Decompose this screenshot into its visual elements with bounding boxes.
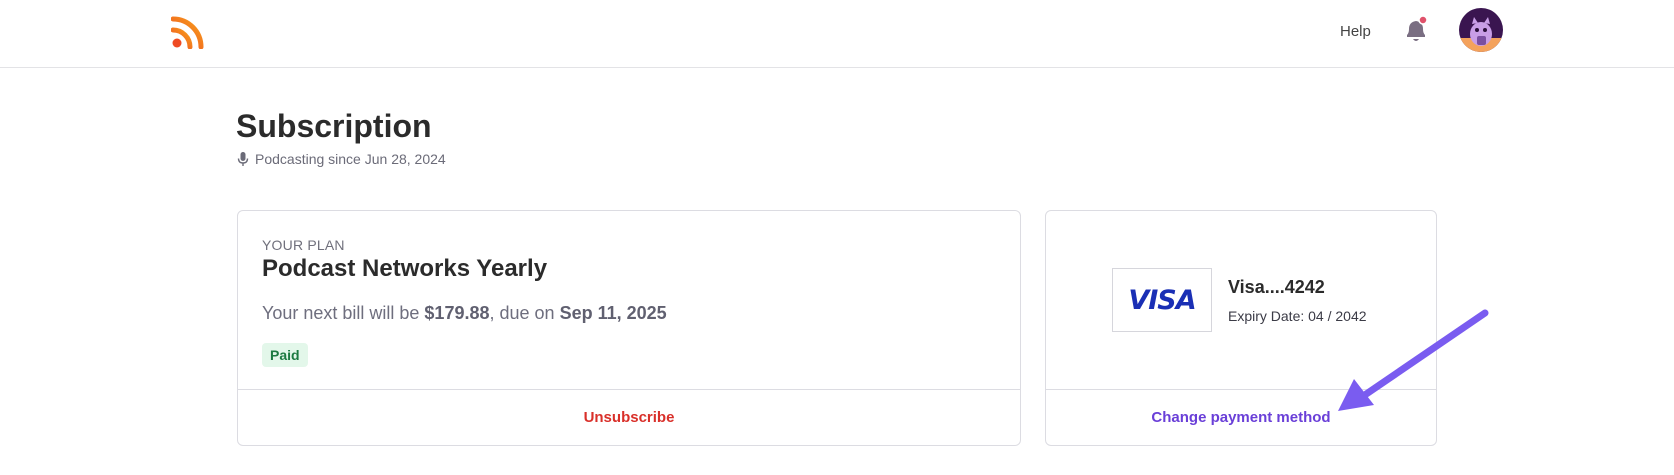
plan-name: Podcast Networks Yearly (262, 255, 548, 282)
since-text: Podcasting since Jun 28, 2024 (255, 151, 446, 167)
bell-icon[interactable] (1403, 15, 1429, 45)
page-title: Subscription (236, 108, 432, 144)
bill-due-date: Sep 11, 2025 (559, 303, 667, 323)
visa-logo: VISA (1112, 268, 1212, 332)
bill-middle: , due on (489, 303, 560, 323)
rss-logo-icon[interactable] (170, 15, 205, 50)
unsubscribe-button[interactable]: Unsubscribe (584, 409, 675, 426)
microphone-icon (237, 152, 249, 166)
bill-prefix: Your next bill will be (262, 303, 425, 323)
status-badge: Paid (262, 343, 308, 367)
top-navbar: Help (0, 0, 1674, 68)
card-expiry: Expiry Date: 04 / 2042 (1228, 308, 1367, 324)
change-payment-method-button[interactable]: Change payment method (1151, 409, 1330, 426)
visa-brand-text: VISA (1128, 284, 1196, 316)
help-link[interactable]: Help (1340, 22, 1371, 42)
payment-card: VISA Visa....4242 Expiry Date: 04 / 2042… (1045, 210, 1437, 446)
next-bill-text: Your next bill will be $179.88, due on S… (262, 303, 667, 324)
plan-kicker: YOUR PLAN (262, 237, 345, 253)
user-avatar[interactable] (1459, 8, 1503, 52)
notification-dot (1418, 15, 1428, 25)
podcasting-since: Podcasting since Jun 28, 2024 (237, 150, 446, 168)
payment-card-footer: Change payment method (1046, 389, 1436, 445)
plan-card: YOUR PLAN Podcast Networks Yearly Your n… (237, 210, 1021, 446)
card-number: Visa....4242 (1228, 277, 1325, 297)
bill-amount: $179.88 (424, 303, 490, 323)
plan-card-footer: Unsubscribe (238, 389, 1020, 445)
